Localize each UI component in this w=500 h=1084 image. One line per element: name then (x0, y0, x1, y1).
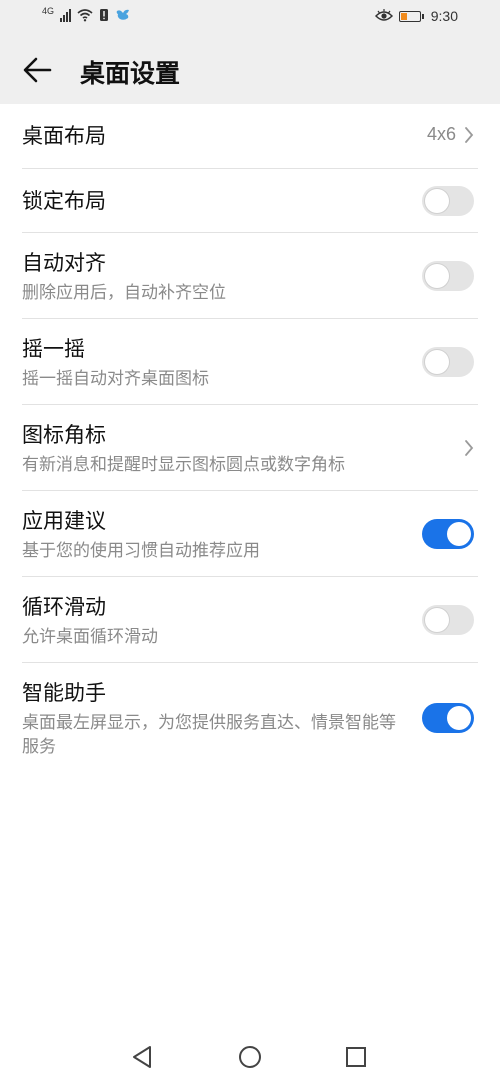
toggle-knob (425, 264, 449, 288)
setting-title: 循环滑动 (22, 595, 106, 619)
setting-desktop-layout[interactable]: 桌面布局 4x6 (22, 104, 478, 169)
setting-shake: 摇一摇 摇一摇自动对齐桌面图标 (22, 319, 478, 405)
setting-title: 应用建议 (22, 509, 106, 533)
back-button[interactable] (20, 52, 56, 88)
status-time: 9:30 (430, 8, 458, 24)
setting-subtitle: 有新消息和提醒时显示图标圆点或数字角标 (22, 455, 345, 475)
status-left: 4G (42, 6, 131, 22)
smart-assistant-toggle[interactable] (422, 703, 474, 733)
setting-title: 摇一摇 (22, 337, 85, 361)
nav-recent-button[interactable] (341, 1042, 371, 1072)
setting-title: 锁定布局 (22, 189, 106, 213)
setting-subtitle: 基于您的使用习惯自动推荐应用 (22, 541, 260, 561)
layout-value: 4x6 (426, 124, 456, 144)
cycle-scroll-toggle[interactable] (422, 605, 474, 635)
toggle-knob (425, 608, 449, 632)
toggle-knob (447, 522, 471, 546)
setting-icon-badges[interactable]: 图标角标 有新消息和提醒时显示图标圆点或数字角标 (22, 405, 478, 491)
setting-lock-layout: 锁定布局 (22, 169, 478, 233)
status-right: 9:30 (374, 8, 458, 24)
chevron-right-icon (465, 126, 474, 143)
bird-notification-icon (116, 9, 130, 20)
layout-value-area: 4x6 (427, 124, 474, 145)
setting-cycle-scroll: 循环滑动 允许桌面循环滑动 (22, 577, 478, 663)
nav-back-button[interactable] (128, 1042, 158, 1072)
settings-list: 桌面布局 4x6 锁定布局 自动对齐 删除应用后，自动补齐空位 摇一摇 摇一摇自… (0, 104, 500, 773)
setting-title: 桌面布局 (22, 124, 106, 148)
screen: 4G 9:30 桌面设置 桌面布局 4x6 锁定布局 自动对齐 删除应用后，自动… (0, 0, 500, 1084)
badge-chevron-area (464, 439, 474, 457)
app-suggestions-toggle[interactable] (422, 519, 474, 549)
chevron-right-icon (465, 440, 474, 456)
setting-subtitle: 删除应用后，自动补齐空位 (22, 283, 226, 303)
sim-alert-icon (100, 9, 109, 21)
status-bar: 4G 9:30 (0, 0, 500, 38)
network-type: 4G (42, 6, 55, 16)
triangle-back-icon (133, 1046, 151, 1068)
shake-toggle[interactable] (422, 347, 474, 377)
signal-icon (60, 8, 72, 22)
arrow-left-icon (23, 57, 52, 83)
setting-auto-align: 自动对齐 删除应用后，自动补齐空位 (22, 233, 478, 319)
toggle-knob (425, 350, 449, 374)
toggle-knob (447, 706, 471, 730)
setting-app-suggestions: 应用建议 基于您的使用习惯自动推荐应用 (22, 491, 478, 577)
navigation-bar (0, 1030, 500, 1084)
header: 桌面设置 (0, 38, 500, 104)
setting-title: 智能助手 (22, 681, 106, 705)
setting-title: 自动对齐 (22, 251, 106, 275)
square-recent-icon (346, 1047, 366, 1067)
setting-subtitle: 桌面最左屏显示，为您提供服务直达、情景智能等服务 (22, 713, 396, 757)
setting-subtitle: 摇一摇自动对齐桌面图标 (22, 369, 209, 389)
page-title: 桌面设置 (80, 59, 181, 88)
setting-subtitle: 允许桌面循环滑动 (22, 627, 158, 647)
lock-layout-toggle[interactable] (422, 186, 474, 216)
battery-icon (398, 10, 424, 22)
setting-smart-assistant: 智能助手 桌面最左屏显示，为您提供服务直达、情景智能等服务 (22, 663, 478, 773)
eye-comfort-icon (374, 9, 393, 21)
toggle-knob (425, 189, 449, 213)
circle-home-icon (239, 1046, 261, 1068)
setting-title: 图标角标 (22, 423, 106, 447)
nav-home-button[interactable] (235, 1042, 265, 1072)
auto-align-toggle[interactable] (422, 261, 474, 291)
wifi-icon (77, 9, 93, 22)
